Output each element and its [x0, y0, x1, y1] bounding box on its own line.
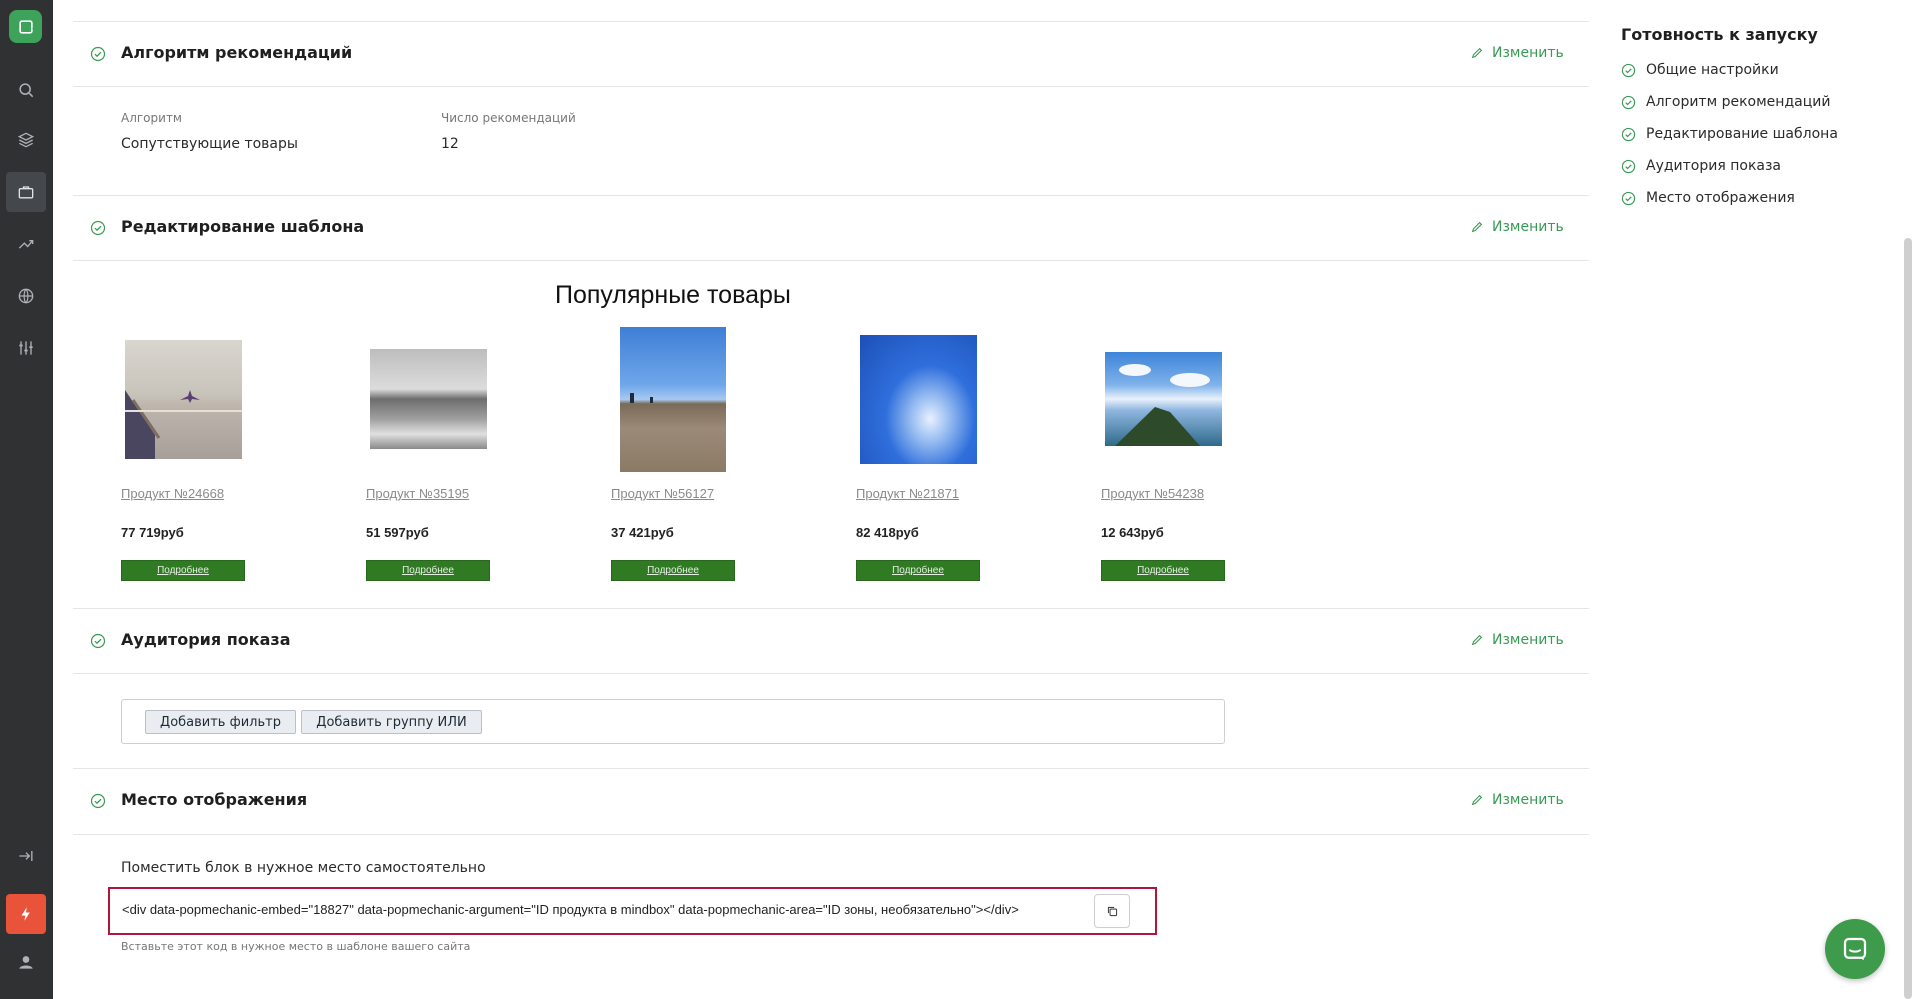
check-circle-icon [90, 793, 106, 809]
section-algorithm-header: Алгоритм рекомендаций Изменить [73, 22, 1589, 86]
divider [73, 86, 1589, 87]
readiness-item-label: Общие настройки [1646, 62, 1779, 78]
product-price: 51 597руб [366, 525, 429, 540]
product-details-button[interactable]: Подробнее [121, 560, 245, 581]
check-circle-icon [1621, 127, 1636, 141]
product-price: 82 418руб [856, 525, 919, 540]
product-price: 77 719руб [121, 525, 184, 540]
embed-code-hint: Вставьте этот код в нужное место в шабло… [121, 940, 471, 953]
check-circle-icon [1621, 159, 1636, 173]
readiness-item-label: Аудитория показа [1646, 158, 1781, 174]
grayscale-beach-photo [370, 349, 487, 449]
globe-icon[interactable] [12, 282, 40, 310]
check-circle-icon [1621, 191, 1636, 205]
section-title: Алгоритм рекомендаций [121, 43, 353, 62]
readiness-title: Готовность к запуску [1621, 25, 1818, 44]
section-title: Место отображения [121, 790, 308, 809]
section-template-header: Редактирование шаблона Изменить [73, 196, 1589, 260]
divider [73, 260, 1589, 261]
logout-icon[interactable] [12, 842, 40, 870]
copy-icon [1107, 906, 1117, 916]
copy-button[interactable] [1094, 894, 1130, 928]
readiness-item-label: Место отображения [1646, 190, 1795, 206]
pier-photo [125, 340, 242, 459]
section-audience-header: Аудитория показа Изменить [73, 609, 1589, 673]
hill-clouds-photo [1105, 352, 1222, 446]
product-details-button[interactable]: Подробнее [611, 560, 735, 581]
app-logo[interactable] [9, 10, 42, 43]
product-link[interactable]: Продукт №21871 [856, 486, 959, 501]
add-or-group-button[interactable]: Добавить группу ИЛИ [301, 710, 482, 734]
product-link[interactable]: Продукт №56127 [611, 486, 714, 501]
readiness-item[interactable]: Алгоритм рекомендаций [1621, 94, 1830, 110]
divider [73, 673, 1589, 674]
readiness-item-label: Алгоритм рекомендаций [1646, 94, 1831, 110]
embed-code[interactable]: <div data-popmechanic-embed="18827" data… [122, 902, 1019, 917]
product-link[interactable]: Продукт №54238 [1101, 486, 1204, 501]
bolt-icon[interactable] [6, 894, 46, 934]
user-icon[interactable] [12, 948, 40, 976]
readiness-item[interactable]: Аудитория показа [1621, 158, 1781, 174]
sliders-icon[interactable] [12, 334, 40, 362]
blue-sky-cloud-photo [860, 335, 977, 464]
pencil-icon [1471, 47, 1483, 59]
check-circle-icon [1621, 95, 1636, 109]
readiness-item[interactable]: Редактирование шаблона [1621, 126, 1838, 142]
sidebar [0, 0, 53, 999]
add-filter-button[interactable]: Добавить фильтр [145, 710, 296, 734]
readiness-item[interactable]: Общие настройки [1621, 62, 1779, 78]
edit-label: Изменить [1492, 219, 1564, 235]
section-title: Редактирование шаблона [121, 217, 365, 236]
check-circle-icon [90, 633, 106, 649]
template-preview-title: Популярные товары [555, 281, 791, 309]
embed-code-box: <div data-popmechanic-embed="18827" data… [108, 887, 1157, 935]
section-title: Аудитория показа [121, 630, 291, 649]
pencil-icon [1471, 634, 1483, 646]
product-link[interactable]: Продукт №35195 [366, 486, 469, 501]
field-label: Число рекомендаций [441, 111, 576, 125]
sand-sky-photo [620, 327, 726, 472]
algorithm-value: Сопутствующие товары [121, 136, 298, 152]
search-icon[interactable] [12, 76, 40, 104]
placement-subtitle: Поместить блок в нужное место самостояте… [121, 860, 486, 876]
product-price: 12 643руб [1101, 525, 1164, 540]
filter-builder: Добавить фильтр Добавить группу ИЛИ [121, 699, 1225, 744]
product-link[interactable]: Продукт №24668 [121, 486, 224, 501]
check-circle-icon [90, 220, 106, 236]
product-details-button[interactable]: Подробнее [366, 560, 490, 581]
readiness-item-label: Редактирование шаблона [1646, 126, 1838, 142]
edit-template-button[interactable]: Изменить [1470, 219, 1564, 235]
scrollbar[interactable] [1904, 238, 1912, 999]
edit-audience-button[interactable]: Изменить [1470, 632, 1564, 648]
edit-algorithm-button[interactable]: Изменить [1470, 45, 1564, 61]
readiness-item[interactable]: Место отображения [1621, 190, 1795, 206]
section-placement-header: Место отображения Изменить [73, 769, 1589, 833]
edit-label: Изменить [1492, 632, 1564, 648]
edit-placement-button[interactable]: Изменить [1470, 792, 1564, 808]
trend-icon[interactable] [12, 230, 40, 258]
product-price: 37 421руб [611, 525, 674, 540]
check-circle-icon [90, 46, 106, 62]
recommendations-count-value: 12 [441, 136, 459, 152]
pencil-icon [1471, 794, 1483, 806]
field-label: Алгоритм [121, 111, 182, 125]
pencil-icon [1471, 221, 1483, 233]
layers-icon[interactable] [12, 126, 40, 154]
product-details-button[interactable]: Подробнее [856, 560, 980, 581]
edit-label: Изменить [1492, 45, 1564, 61]
chat-widget-button[interactable] [1825, 919, 1885, 979]
product-details-button[interactable]: Подробнее [1101, 560, 1225, 581]
briefcase-icon[interactable] [6, 172, 46, 212]
chat-icon [1843, 937, 1867, 961]
check-circle-icon [1621, 63, 1636, 77]
divider [73, 834, 1589, 835]
edit-label: Изменить [1492, 792, 1564, 808]
